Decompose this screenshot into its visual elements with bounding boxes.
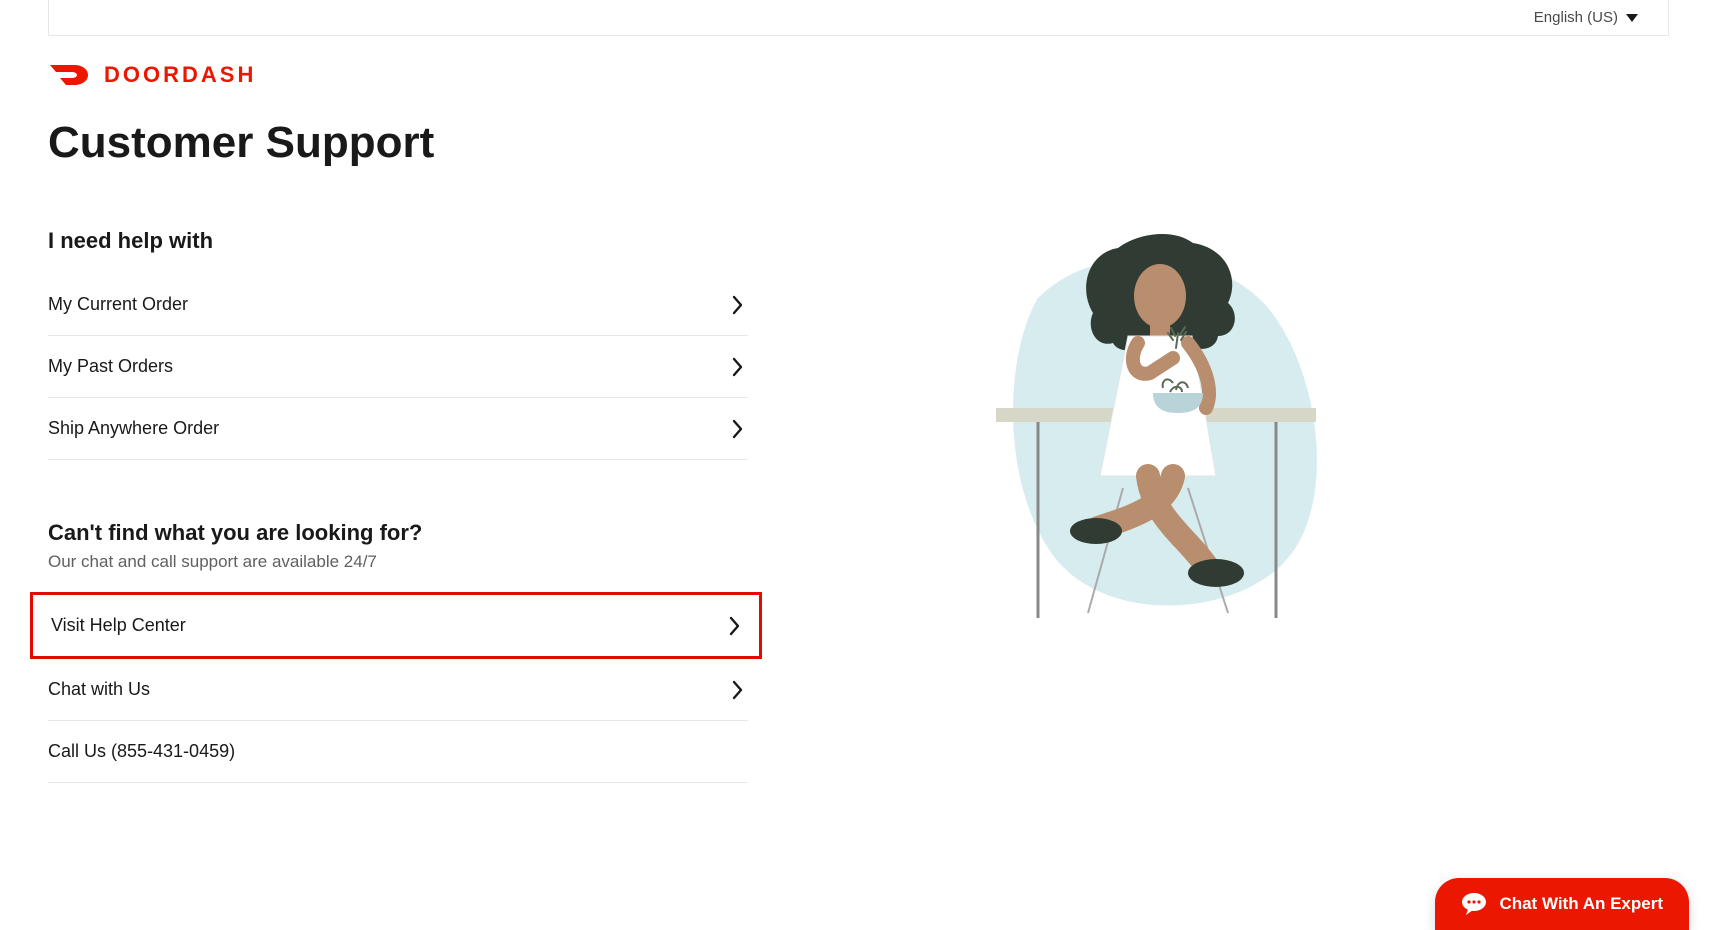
menu-item-current-order[interactable]: My Current Order	[48, 274, 748, 336]
chat-bubble-icon	[1461, 892, 1487, 916]
chat-widget-button[interactable]: Chat With An Expert	[1435, 878, 1689, 930]
language-selector[interactable]: English (US)	[1534, 9, 1638, 26]
chevron-right-icon	[732, 680, 744, 700]
menu-item-label: My Past Orders	[48, 356, 173, 377]
more-section-heading: Can't find what you are looking for?	[48, 520, 748, 546]
menu-item-label: Chat with Us	[48, 679, 150, 700]
language-label: English (US)	[1534, 9, 1618, 26]
content-area: I need help with My Current Order My Pas…	[48, 228, 1669, 783]
brand-logo[interactable]: DOORDASH	[48, 62, 1669, 88]
menu-item-label: Ship Anywhere Order	[48, 418, 219, 439]
more-menu-list: Visit Help Center Chat with Us Call Us (…	[48, 592, 748, 783]
menu-item-help-center[interactable]: Visit Help Center	[30, 592, 762, 659]
menu-item-chat[interactable]: Chat with Us	[48, 659, 748, 721]
support-menu-column: I need help with My Current Order My Pas…	[48, 228, 748, 783]
brand-name: DOORDASH	[104, 62, 256, 88]
menu-item-label: Call Us (855-431-0459)	[48, 741, 235, 762]
more-help-section: Can't find what you are looking for? Our…	[48, 520, 748, 783]
help-section-heading: I need help with	[48, 228, 748, 254]
menu-item-past-orders[interactable]: My Past Orders	[48, 336, 748, 398]
doordash-icon	[48, 62, 92, 88]
more-section-subtext: Our chat and call support are available …	[48, 552, 748, 572]
menu-item-label: My Current Order	[48, 294, 188, 315]
help-menu-list: My Current Order My Past Orders Ship Any…	[48, 274, 748, 460]
menu-item-ship-anywhere[interactable]: Ship Anywhere Order	[48, 398, 748, 460]
chevron-right-icon	[732, 419, 744, 439]
chevron-right-icon	[729, 616, 741, 636]
page-title: Customer Support	[48, 118, 1669, 168]
dropdown-icon	[1626, 14, 1638, 22]
top-bar: English (US)	[48, 0, 1669, 36]
chat-widget-label: Chat With An Expert	[1499, 894, 1663, 914]
support-illustration	[978, 218, 1338, 783]
menu-item-call[interactable]: Call Us (855-431-0459)	[48, 721, 748, 783]
chevron-right-icon	[732, 357, 744, 377]
menu-item-label: Visit Help Center	[51, 615, 186, 636]
chevron-right-icon	[732, 295, 744, 315]
